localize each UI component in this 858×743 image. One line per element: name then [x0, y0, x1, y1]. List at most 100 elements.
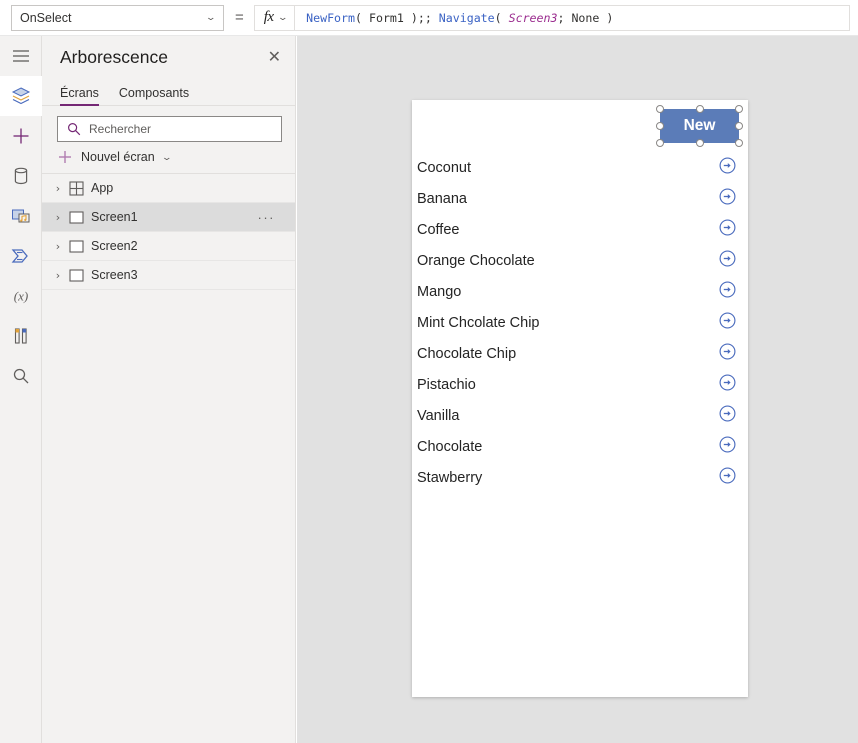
tree-panel-header: Arborescence ✕: [42, 36, 295, 78]
fx-button[interactable]: fx ⌄: [253, 4, 295, 31]
gallery-item[interactable]: Vanilla: [412, 400, 748, 431]
search-placeholder: Rechercher: [89, 122, 152, 136]
gallery-item[interactable]: Mango: [412, 276, 748, 307]
search-icon: [67, 122, 81, 136]
gallery-item-next-arrow[interactable]: [719, 467, 736, 489]
gallery-item[interactable]: Coffee: [412, 214, 748, 245]
gallery-item-label: Orange Chocolate: [417, 252, 535, 269]
tree-item-screen1[interactable]: › Screen1 ···: [42, 203, 295, 232]
panel-title: Arborescence: [60, 46, 168, 67]
tree-item-label: Screen2: [91, 239, 138, 253]
equals-sign: =: [235, 9, 244, 26]
gallery-item-label: Vanilla: [417, 407, 460, 424]
gallery-item[interactable]: Chocolate: [412, 431, 748, 462]
circle-arrow-right-icon: [719, 436, 736, 452]
formula-token: ;: [557, 10, 572, 25]
circle-arrow-right-icon: [719, 343, 736, 359]
circle-arrow-right-icon: [719, 188, 736, 204]
gallery-item[interactable]: Banana: [412, 183, 748, 214]
power-automate-icon[interactable]: [0, 236, 42, 276]
close-icon[interactable]: ✕: [268, 49, 281, 65]
circle-arrow-right-icon: [719, 219, 736, 235]
gallery-item-label: Mango: [417, 283, 462, 300]
tree-item-app[interactable]: › App: [42, 174, 295, 203]
gallery-item-next-arrow[interactable]: [719, 374, 736, 396]
chevron-right-icon[interactable]: ›: [51, 269, 65, 282]
tree-item-screen3[interactable]: › Screen3: [42, 261, 295, 290]
gallery-item-next-arrow[interactable]: [719, 405, 736, 427]
tab-composants[interactable]: Composants: [119, 86, 189, 105]
circle-arrow-right-icon: [719, 467, 736, 483]
new-screen-button[interactable]: Nouvel écran ⌄: [42, 142, 295, 174]
gallery-item[interactable]: Chocolate Chip: [412, 338, 748, 369]
gallery-item-label: Chocolate Chip: [417, 345, 517, 362]
tree-item-label: Screen1: [91, 210, 138, 224]
plus-icon: [59, 151, 71, 163]
layers-tree-icon[interactable]: [0, 76, 42, 116]
chevron-right-icon[interactable]: ›: [51, 240, 65, 253]
new-button-label: New: [683, 117, 716, 134]
gallery-item-next-arrow[interactable]: [719, 343, 736, 365]
tree-item-context-menu[interactable]: ···: [258, 210, 276, 225]
formula-token: (: [355, 10, 369, 25]
gallery-item-next-arrow[interactable]: [719, 250, 736, 272]
gallery-item[interactable]: Mint Chcolate Chip: [412, 307, 748, 338]
hamburger-menu-icon[interactable]: [0, 36, 42, 76]
database-data-icon[interactable]: [0, 156, 42, 196]
circle-arrow-right-icon: [719, 312, 736, 328]
app-grid-icon: [65, 180, 87, 196]
app-screen-canvas[interactable]: Coconut Banana Coffee Orange Chocolate Mango…: [412, 100, 748, 697]
formula-token: Screen3: [508, 10, 558, 25]
gallery-item-label: Stawberry: [417, 469, 483, 486]
chevron-down-icon[interactable]: ⌄: [161, 152, 172, 163]
gallery-item-next-arrow[interactable]: [719, 219, 736, 241]
screen-rect-icon: [65, 239, 87, 253]
screen-rect-icon: [65, 210, 87, 224]
gallery-item-next-arrow[interactable]: [719, 436, 736, 458]
formula-token: );;: [403, 10, 439, 25]
tools-icon[interactable]: [0, 316, 42, 356]
svg-text:(x): (x): [13, 289, 27, 304]
gallery-item-label: Coffee: [417, 221, 460, 238]
gallery-item-label: Pistachio: [417, 376, 476, 393]
property-dropdown-value: OnSelect: [20, 10, 72, 25]
formula-bar: OnSelect ⌄ = fx ⌄ NewForm( Form1 );; Nav…: [0, 0, 858, 36]
property-dropdown[interactable]: OnSelect ⌄: [11, 4, 224, 31]
search-container: Rechercher: [42, 106, 295, 142]
formula-token: (: [494, 10, 509, 25]
variables-x-icon[interactable]: (x): [0, 276, 42, 316]
circle-arrow-right-icon: [719, 405, 736, 421]
search-icon[interactable]: [0, 356, 42, 396]
formula-token: Form1: [368, 10, 404, 25]
canvas-area[interactable]: Coconut Banana Coffee Orange Chocolate Mango…: [297, 36, 858, 743]
tab-ecrans[interactable]: Écrans: [60, 86, 99, 106]
chevron-right-icon[interactable]: ›: [51, 211, 65, 224]
gallery-item[interactable]: Coconut: [412, 152, 748, 183]
tree-item-label: App: [91, 181, 114, 195]
formula-token: ): [599, 10, 614, 25]
gallery-item-next-arrow[interactable]: [719, 281, 736, 303]
gallery-item-next-arrow[interactable]: [719, 188, 736, 210]
gallery-item-next-arrow[interactable]: [719, 157, 736, 179]
formula-token: None: [571, 10, 600, 25]
formula-input[interactable]: NewForm( Form1 );; Navigate( Screen3; No…: [294, 4, 850, 31]
plus-insert-icon[interactable]: [0, 116, 42, 156]
gallery-item-next-arrow[interactable]: [719, 312, 736, 334]
chevron-down-icon: ⌄: [276, 12, 289, 22]
new-button[interactable]: New: [660, 109, 739, 143]
gallery-item[interactable]: Orange Chocolate: [412, 245, 748, 276]
gallery-item[interactable]: Pistachio: [412, 369, 748, 400]
fx-icon: fx: [263, 9, 274, 25]
chevron-right-icon[interactable]: ›: [51, 182, 65, 195]
formula-token: Navigate: [438, 10, 495, 25]
circle-arrow-right-icon: [719, 374, 736, 390]
media-icon[interactable]: [0, 196, 42, 236]
chevron-down-icon: ⌄: [205, 12, 217, 22]
tree-item-label: Screen3: [91, 268, 138, 282]
search-input[interactable]: Rechercher: [57, 116, 282, 142]
circle-arrow-right-icon: [719, 250, 736, 266]
gallery-item-label: Coconut: [417, 159, 472, 176]
tree-item-screen2[interactable]: › Screen2: [42, 232, 295, 261]
gallery-item-label: Mint Chcolate Chip: [417, 314, 540, 331]
gallery-item[interactable]: Stawberry: [412, 462, 748, 493]
